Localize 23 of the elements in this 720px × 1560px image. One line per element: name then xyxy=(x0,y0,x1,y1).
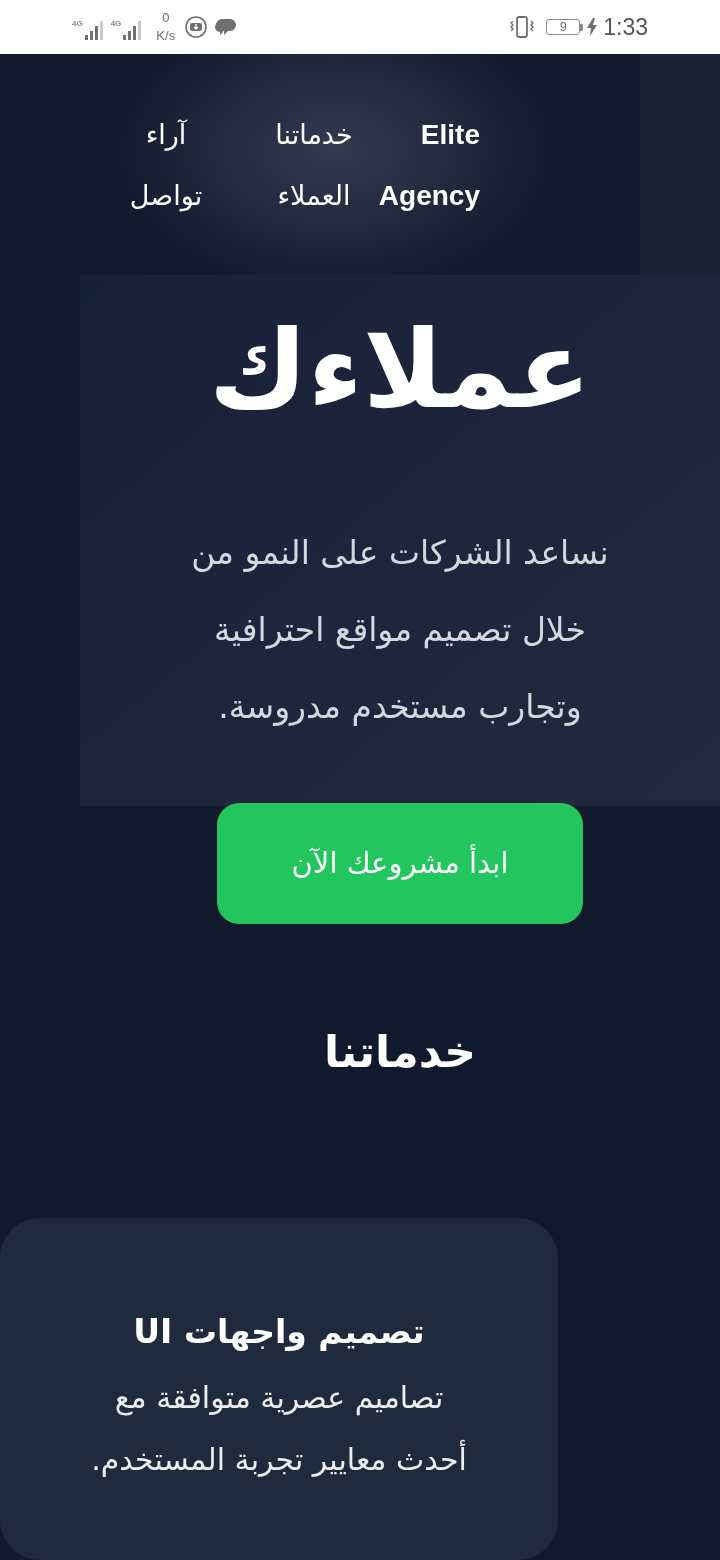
signal-bars-icon xyxy=(83,20,104,40)
network-type-label: 4G xyxy=(72,20,83,28)
hero-description: نساعد الشركات على النمو من خلال تصميم مواقع احترافية وتجارب مستخدم مدروسة. xyxy=(190,532,610,728)
nav-link[interactable]: آراء xyxy=(114,104,218,165)
chat-bubbles-icon xyxy=(215,18,237,36)
signal-bars-icon xyxy=(122,20,143,40)
brand-logo[interactable]: Elite Agency xyxy=(376,104,480,226)
battery-tip-icon xyxy=(580,23,584,31)
network-speed-unit: K/s xyxy=(156,27,176,44)
battery-level: 9 xyxy=(546,19,581,35)
clock-time: 1:33 xyxy=(603,15,648,39)
nav-link[interactable]: العملاء xyxy=(252,165,376,226)
vibrate-icon xyxy=(510,15,535,39)
card-description: تصاميم عصرية متوافقة مع أحدث معايير تجربة المستخدم. xyxy=(90,1379,468,1479)
card-title: تصميم واجهات UI xyxy=(133,1311,425,1353)
section-title: خدماتنا xyxy=(323,1025,477,1079)
network-speed-value: 0 xyxy=(162,10,170,25)
nav-link[interactable]: تواصل xyxy=(114,165,218,226)
network-type-label: 4G xyxy=(110,20,122,28)
hero-title: عملاءك xyxy=(208,306,592,434)
download-circle-icon xyxy=(185,16,208,38)
bolt-icon xyxy=(587,18,598,36)
nav-link[interactable]: خدماتنا xyxy=(252,104,376,165)
